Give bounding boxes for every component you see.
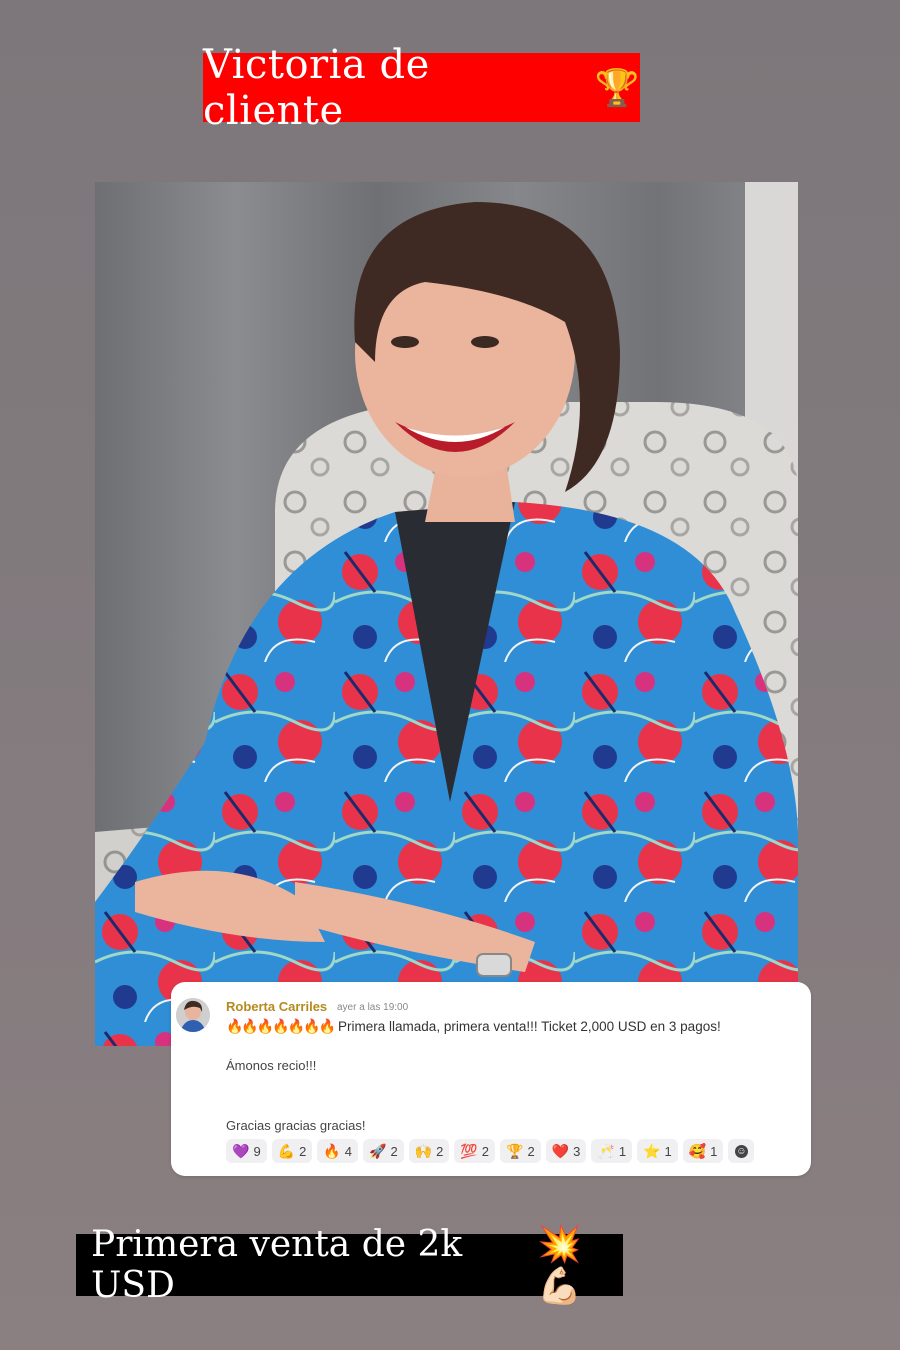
comment-line-3: Gracias gracias gracias! [226,1118,366,1133]
hundred-icon: 💯 [460,1142,478,1159]
reaction-count: 1 [618,1143,627,1159]
red-heart-icon: ❤️ [551,1142,570,1159]
trophy-icon: 🏆 [594,67,640,109]
raised-hands-icon: 🙌 [414,1142,433,1159]
client-photo-illustration [95,182,798,1046]
comment-line-1: 🔥🔥🔥🔥🔥🔥🔥 Primera llamada, primera venta!!!… [226,1018,721,1035]
reaction-count: 9 [253,1143,261,1159]
reaction-red-heart[interactable]: ❤️ 3 [545,1139,587,1163]
first-sale-banner: Primera venta de 2k USD 💥💪🏻 [76,1224,623,1307]
first-sale-banner-text: Primera venta de 2k USD [91,1224,463,1306]
reaction-count: 1 [710,1143,718,1159]
reaction-fire[interactable]: 🔥 4 [317,1139,359,1163]
reaction-trophy[interactable]: 🏆 2 [500,1139,541,1163]
reaction-muscle[interactable]: 💪 2 [271,1139,313,1163]
reaction-count: 4 [344,1143,353,1159]
fire-icons: 🔥🔥🔥🔥🔥🔥🔥 [226,1018,336,1034]
reaction-count: 1 [664,1143,672,1159]
comment-timestamp: ayer a las 19:00 [337,1002,409,1013]
rocket-icon: 🚀 [369,1142,387,1159]
purple-heart-icon: 💜 [232,1142,250,1159]
reaction-purple-heart[interactable]: 💜 9 [226,1139,267,1163]
comment-line-1-text: Primera llamada, primera venta!!! Ticket… [338,1019,721,1034]
reaction-smiling-hearts[interactable]: 🥰 1 [682,1139,724,1163]
trophy-icon: 🏆 [506,1142,524,1159]
reaction-count: 3 [573,1143,581,1159]
reaction-star[interactable]: ⭐ 1 [637,1139,678,1163]
reaction-count: 2 [299,1143,307,1159]
muscle-icon: 💪 [277,1142,296,1159]
victory-banner-text: Victoria de cliente [203,41,430,134]
reaction-count: 2 [390,1143,398,1159]
reaction-clinking-glasses[interactable]: 🥂 1 [591,1139,633,1163]
reaction-raised-hands[interactable]: 🙌 2 [408,1139,450,1163]
comment-line-2: Ámonos recio!!! [226,1058,317,1073]
smiling-face-hearts-icon: 🥰 [688,1142,707,1159]
add-reaction-icon: ☺ [734,1144,748,1158]
avatar [176,998,210,1032]
star-icon: ⭐ [643,1142,661,1159]
reaction-count: 2 [436,1143,444,1159]
reaction-hundred[interactable]: 💯 2 [454,1139,496,1163]
fire-icon: 🔥 [323,1142,341,1159]
add-reaction-button[interactable]: ☺ [728,1139,755,1163]
reaction-bar: 💜 9 💪 2 🔥 4 🚀 2 🙌 2 💯 2 🏆 2 ❤️ 3 🥂 1 ⭐ 1 🥰 1 ☺ [226,1139,755,1163]
clinking-glasses-icon: 🥂 [597,1142,615,1159]
client-photo [95,182,798,1046]
reaction-count: 2 [527,1143,535,1159]
explosion-muscle-icon: 💥💪🏻 [537,1224,583,1307]
reaction-rocket[interactable]: 🚀 2 [363,1139,404,1163]
victory-banner: Victoria de cliente 🏆 [203,42,640,134]
comment-author[interactable]: Roberta Carriles [226,999,327,1014]
reaction-count: 2 [481,1143,490,1159]
comment-card: Roberta Carriles ayer a las 19:00 🔥🔥🔥🔥🔥🔥… [171,982,811,1176]
